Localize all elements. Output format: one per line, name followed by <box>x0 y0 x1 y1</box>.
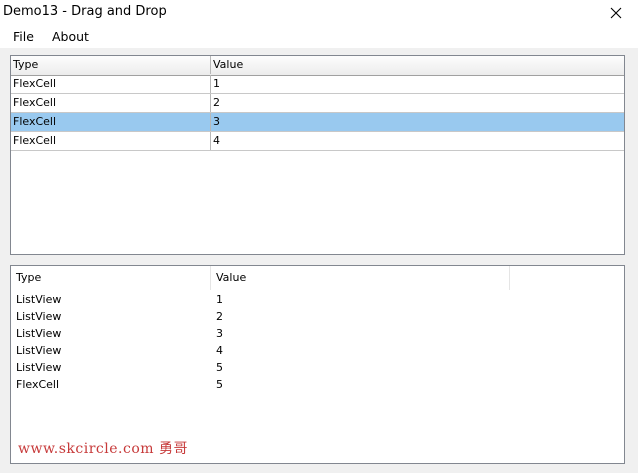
menu-about[interactable]: About <box>52 29 89 44</box>
grid-header: Type Value <box>11 56 624 76</box>
list-item-type: ListView <box>16 361 62 374</box>
close-icon <box>610 7 622 18</box>
flexcell-grid[interactable]: Type Value FlexCell 1 FlexCell 2 FlexCell 3 Fl… <box>10 55 625 255</box>
menu-bar: File About <box>0 25 638 48</box>
list-item[interactable]: ListView 3 <box>11 325 624 342</box>
grid-row[interactable]: FlexCell 2 <box>11 94 624 113</box>
grid-cell-type[interactable]: FlexCell <box>11 113 211 131</box>
grid-cell-value[interactable]: 4 <box>211 132 624 150</box>
grid-row[interactable]: FlexCell 3 <box>11 113 624 132</box>
grid-cell-type[interactable]: FlexCell <box>11 132 211 150</box>
listview-header-type[interactable]: Type <box>11 266 211 290</box>
watermark: www.skcircle.com 勇哥 <box>18 441 188 457</box>
window-title: Demo13 - Drag and Drop <box>3 4 167 19</box>
list-item[interactable]: ListView 5 <box>11 359 624 376</box>
title-bar: Demo13 - Drag and Drop <box>0 0 638 25</box>
list-item-value: 1 <box>216 293 223 306</box>
list-item[interactable]: FlexCell 5 <box>11 376 624 393</box>
menu-file[interactable]: File <box>13 29 34 44</box>
list-item-type: ListView <box>16 344 62 357</box>
grid-row[interactable]: FlexCell 1 <box>11 75 624 94</box>
list-item[interactable]: ListView 4 <box>11 342 624 359</box>
listview-header-value[interactable]: Value <box>211 266 510 290</box>
close-button[interactable] <box>594 0 638 25</box>
listview[interactable]: Type Value ListView 1 ListView 2 ListView 3 Li… <box>10 265 625 464</box>
grid-cell-type[interactable]: FlexCell <box>11 94 211 112</box>
list-item-type: ListView <box>16 310 62 323</box>
list-item-value: 2 <box>216 310 223 323</box>
grid-cell-value[interactable]: 3 <box>211 113 624 131</box>
listview-header: Type Value <box>11 266 624 290</box>
list-item-value: 5 <box>216 361 223 374</box>
list-item-value: 5 <box>216 378 223 391</box>
list-item-type: FlexCell <box>16 378 60 391</box>
grid-header-value[interactable]: Value <box>211 56 624 74</box>
grid-header-type[interactable]: Type <box>11 56 211 74</box>
grid-cell-value[interactable]: 1 <box>211 75 624 93</box>
list-item-type: ListView <box>16 293 62 306</box>
grid-row[interactable]: FlexCell 4 <box>11 132 624 151</box>
list-item-type: ListView <box>16 327 62 340</box>
grid-cell-type[interactable]: FlexCell <box>11 75 211 93</box>
list-item-value: 3 <box>216 327 223 340</box>
grid-cell-value[interactable]: 2 <box>211 94 624 112</box>
list-item[interactable]: ListView 1 <box>11 291 624 308</box>
list-item[interactable]: ListView 2 <box>11 308 624 325</box>
list-item-value: 4 <box>216 344 223 357</box>
